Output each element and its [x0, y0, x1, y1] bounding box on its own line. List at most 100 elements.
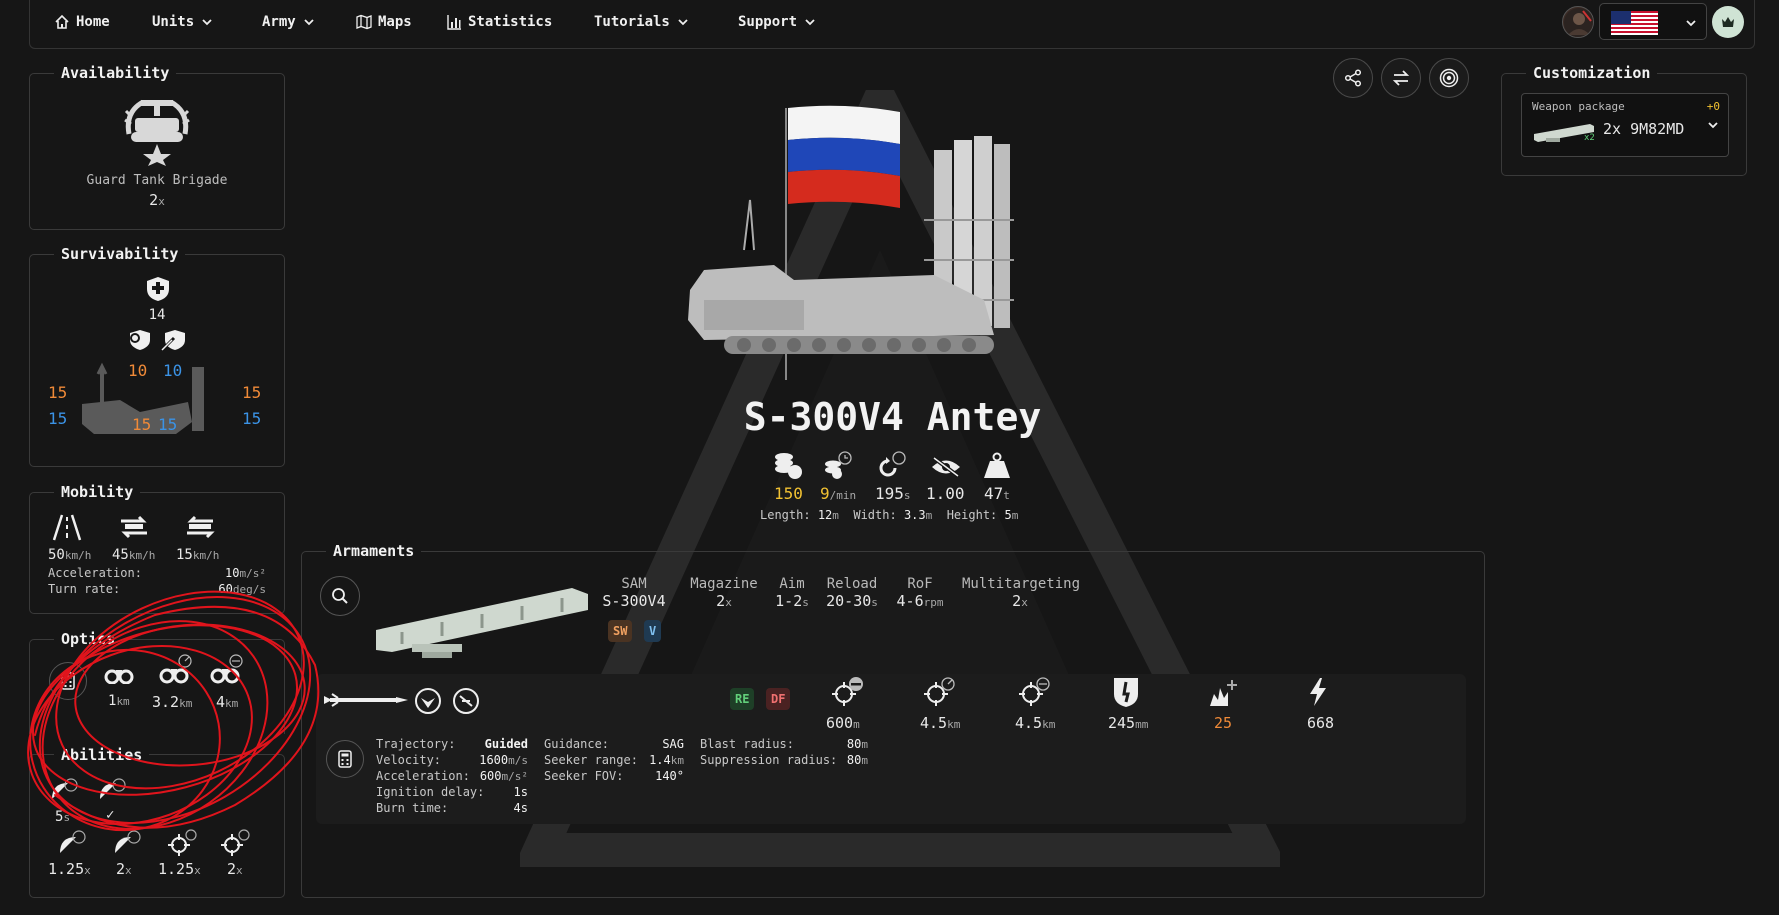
compare-button[interactable]: [1381, 58, 1421, 98]
ability-6: 2x: [227, 860, 243, 878]
nav-units[interactable]: Units: [152, 12, 214, 32]
ability-3-value: 1.25: [48, 860, 85, 878]
calculator-icon: [338, 750, 352, 768]
seeker-range-label: Seeker range:: [544, 753, 638, 767]
missile-details-button[interactable]: [326, 740, 364, 778]
reverse-speed: 15km/h: [176, 547, 219, 563]
ability-5: 1.25x: [158, 860, 201, 878]
air-range-icon: [924, 677, 955, 706]
tag-v: V: [644, 620, 662, 642]
swap-icon: [1392, 70, 1410, 86]
aim-value: 1-2: [775, 592, 803, 610]
seeker-fov-label: Seeker FOV:: [544, 769, 624, 783]
velocity-label: Velocity:: [376, 753, 442, 767]
profile-button[interactable]: [1712, 6, 1744, 38]
multitargeting-header: Multitargeting: [962, 576, 1081, 592]
brigade-name: Guard Tank Brigade: [86, 173, 228, 188]
width-value: 3.3: [903, 508, 926, 522]
guidance-label: Guidance:: [544, 737, 610, 751]
seeker-range-value: 1.4: [649, 753, 671, 767]
weapon-package-badge: x2: [1584, 133, 1595, 143]
min-range: 600m: [826, 714, 860, 732]
penetration: 245mm: [1108, 714, 1148, 732]
blast-label: Blast radius:: [700, 737, 794, 751]
reload-value: 20-30: [826, 592, 872, 610]
chevron-down-icon: [304, 19, 314, 26]
guidance-value: SAG: [662, 737, 684, 751]
binoculars-air-icon: [159, 654, 192, 684]
mobility-title: Mobility: [54, 482, 141, 502]
search-icon: [332, 588, 348, 604]
brigade-emblem-icon: [124, 99, 190, 166]
turn-rate-unit: deg/s: [232, 583, 266, 596]
ability-2-value: ✓: [106, 807, 115, 823]
offroad-speed-value: 45: [112, 547, 129, 563]
ability-5-value: 1.25: [158, 860, 195, 878]
health-shield-icon: [147, 277, 169, 301]
country-select[interactable]: [1599, 3, 1707, 40]
road-icon: [52, 514, 82, 541]
customization-title: Customization: [1526, 63, 1658, 83]
share-icon: [1344, 69, 1362, 87]
optics-panel: Optics 1km 3.2km 4km: [29, 629, 285, 734]
ability-3-unit: x: [84, 864, 91, 877]
nav-statistics[interactable]: Statistics: [446, 12, 552, 32]
suppression-unit: m: [861, 754, 868, 767]
nav-army[interactable]: Army: [262, 12, 316, 32]
ability-4-unit: x: [125, 864, 132, 877]
weapon-package-value: 2x 9M82MD: [1603, 120, 1685, 138]
target-button[interactable]: [1429, 58, 1469, 98]
radar-helo-icon: [115, 830, 141, 853]
seeker-range-unit: km: [670, 754, 684, 767]
radar-air-icon: [60, 830, 86, 853]
turn-rate-row: Turn rate: 60deg/s: [48, 581, 266, 597]
weapon-type-col: SAM S-300V4: [602, 576, 666, 610]
user-avatar[interactable]: [1562, 6, 1594, 38]
share-button[interactable]: [1333, 58, 1373, 98]
cost-value: 150: [774, 484, 803, 503]
trajectory-value: Guided: [484, 737, 528, 751]
nav-tutorials[interactable]: Tutorials: [594, 12, 690, 32]
weapon-search-button[interactable]: [320, 576, 360, 616]
min-range-unit: m: [853, 718, 860, 731]
customization-panel: Customization Weapon package +0 x2 2x 9M…: [1501, 63, 1747, 176]
nav-tutorials-label: Tutorials: [594, 14, 670, 30]
home-icon: [55, 14, 69, 29]
acceleration-row: Acceleration: 10m/s²: [48, 565, 266, 581]
side-armor-kinetic: 15: [158, 415, 178, 434]
length-unit: m: [832, 509, 839, 522]
nav-support[interactable]: Support: [738, 12, 817, 32]
width-unit: m: [925, 509, 933, 522]
magazine-header: Magazine: [690, 576, 758, 592]
calculator-icon: [61, 672, 75, 690]
missile-acceleration-value: 600: [479, 769, 502, 783]
seeker-fov-value: 140°: [655, 769, 684, 783]
ability-3: 1.25x: [48, 860, 91, 878]
trajectory-row: Trajectory: Guided: [376, 736, 528, 752]
kinetic-resistance-icon: [160, 330, 185, 352]
aim-col: Aim 1-2s: [770, 576, 814, 610]
weapon-package-select[interactable]: Weapon package +0 x2 2x 9M82MD: [1521, 93, 1729, 157]
reverse-icon: [187, 515, 215, 539]
reverse-speed-unit: km/h: [192, 549, 220, 562]
respawn-value: 195: [875, 484, 904, 503]
chevron-down-icon: [678, 19, 688, 26]
min-range-icon: [832, 677, 863, 706]
nav-home[interactable]: Home: [54, 12, 110, 32]
top-navigation: Home Units Army Maps Statistics Tutorial…: [29, 0, 1755, 49]
road-speed: 50km/h: [48, 547, 91, 563]
air-target-icon: [415, 688, 441, 714]
optics-details-button[interactable]: [49, 662, 87, 700]
nav-maps[interactable]: Maps: [356, 12, 412, 32]
launcher-image: [376, 588, 588, 658]
acceleration-label: Acceleration:: [48, 566, 142, 580]
optics-air-unit: km: [179, 697, 193, 710]
turn-rate-value: 60: [218, 582, 233, 596]
optics-ground-unit: km: [116, 695, 130, 708]
damage-value: 25: [1214, 714, 1233, 732]
bar-chart-icon: [447, 15, 461, 30]
survivability-title: Survivability: [54, 244, 186, 264]
guidance-row: Guidance: SAG: [544, 736, 684, 752]
air-range-unit: km: [947, 718, 961, 731]
helo-range: 4.5km: [1015, 714, 1055, 732]
